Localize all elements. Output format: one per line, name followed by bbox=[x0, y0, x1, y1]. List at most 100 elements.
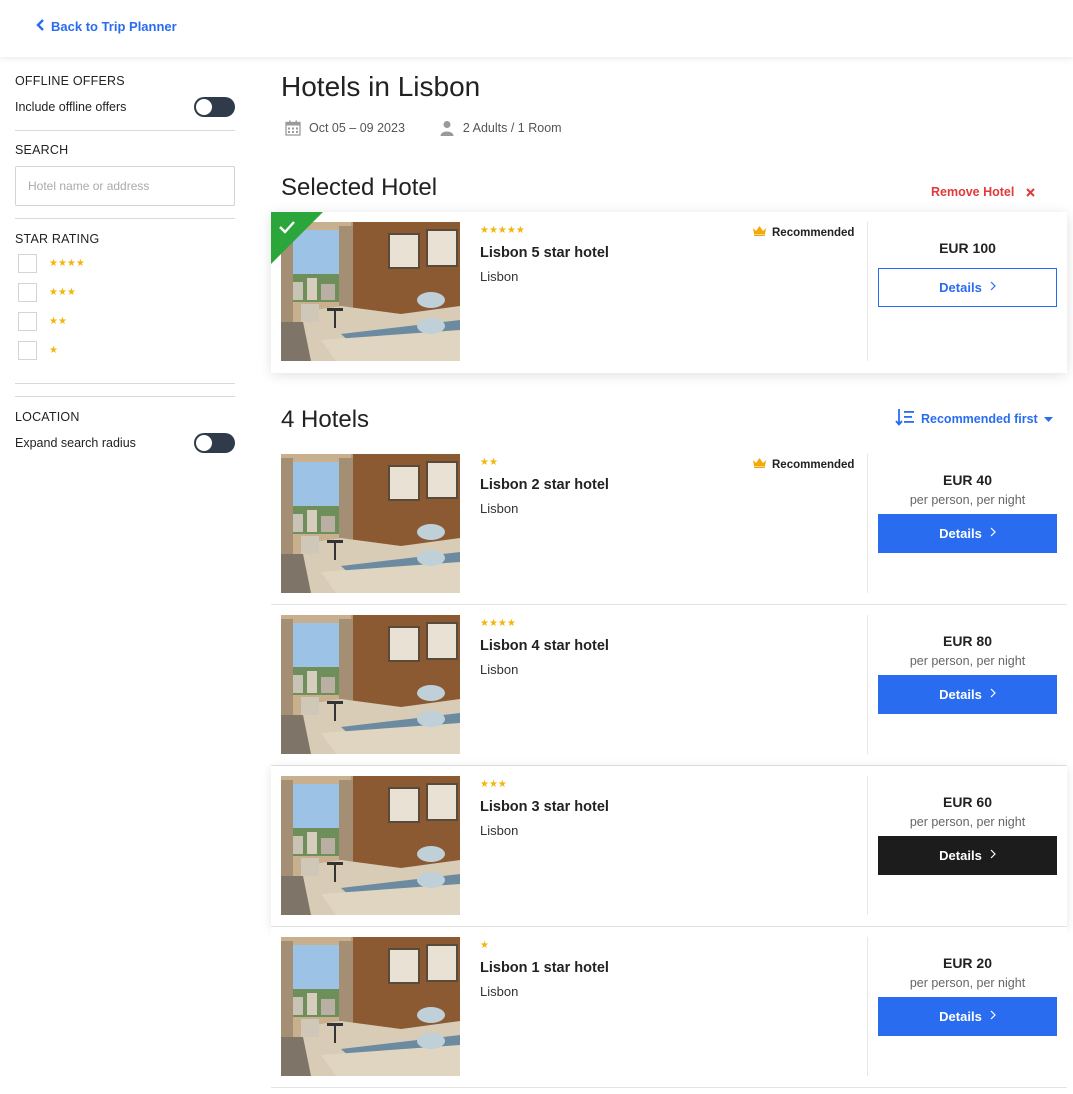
price-unit: per person, per night bbox=[909, 493, 1026, 507]
results-count-heading: 4 Hotels bbox=[281, 406, 370, 433]
chevron-right-icon bbox=[990, 849, 996, 862]
hotel-stars: ★★ bbox=[480, 457, 498, 468]
close-icon bbox=[1026, 184, 1036, 200]
chevron-right-icon bbox=[990, 1010, 996, 1023]
details-label: Details bbox=[939, 526, 982, 541]
divider bbox=[15, 383, 235, 384]
offline-offers-heading: OFFLINE OFFERS bbox=[15, 74, 125, 88]
details-button[interactable]: Details bbox=[878, 514, 1057, 553]
hotel-name: Lisbon 4 star hotel bbox=[480, 638, 609, 654]
recommended-badge: Recommended bbox=[753, 226, 854, 239]
selected-hotel-heading: Selected Hotel bbox=[281, 174, 438, 201]
sort-label: Recommended first bbox=[921, 411, 1038, 426]
trip-guests: 2 Adults / 1 Room bbox=[462, 121, 562, 135]
recommended-label: Recommended bbox=[772, 458, 855, 471]
price-unit: per person, per night bbox=[909, 976, 1026, 990]
hotel-city: Lisbon bbox=[480, 662, 519, 677]
back-to-trip-planner-link[interactable]: Back to Trip Planner bbox=[36, 18, 177, 34]
divider bbox=[15, 130, 235, 131]
crown-icon bbox=[753, 226, 766, 239]
offline-offers-row: Include offline offers bbox=[15, 97, 235, 117]
details-label: Details bbox=[939, 1009, 982, 1024]
hotel-image bbox=[281, 937, 460, 1076]
star-filter-label: ★★★ bbox=[49, 287, 76, 298]
expand-radius-toggle[interactable] bbox=[194, 433, 235, 453]
price-column: EUR 80 per person, per night Details bbox=[878, 605, 1057, 766]
expand-radius-label: Expand search radius bbox=[15, 436, 136, 450]
remove-hotel-label: Remove Hotel bbox=[931, 185, 1015, 199]
divider bbox=[867, 776, 868, 915]
person-icon bbox=[439, 120, 455, 136]
hotel-image bbox=[281, 615, 460, 754]
search-heading: SEARCH bbox=[15, 143, 69, 157]
hotel-info: ★★★★★ Lisbon 5 star hotel Lisbon bbox=[480, 225, 609, 284]
star-filter-option[interactable]: ★★★★ bbox=[15, 249, 85, 278]
hotel-info: ★ Lisbon 1 star hotel Lisbon bbox=[480, 940, 609, 999]
expand-radius-row: Expand search radius bbox=[15, 433, 235, 453]
recommended-badge: Recommended bbox=[753, 458, 854, 471]
hotel-search-input[interactable] bbox=[15, 166, 235, 206]
hotel-card: ★★ Lisbon 2 star hotel Lisbon Recommende… bbox=[271, 444, 1067, 605]
divider bbox=[867, 222, 868, 361]
star-filter-label: ★★★★ bbox=[49, 258, 85, 269]
hotel-info: ★★★★ Lisbon 4 star hotel Lisbon bbox=[480, 618, 609, 677]
star-filter-checkbox[interactable] bbox=[18, 312, 37, 331]
details-button[interactable]: Details bbox=[878, 836, 1057, 875]
details-label: Details bbox=[939, 848, 982, 863]
location-heading: LOCATION bbox=[15, 410, 80, 424]
hotel-city: Lisbon bbox=[480, 269, 519, 284]
price-column: EUR 60 per person, per night Details bbox=[878, 766, 1057, 927]
top-bar: Back to Trip Planner bbox=[0, 0, 1073, 57]
details-button[interactable]: Details bbox=[878, 268, 1057, 307]
selected-hotel-card: ★★★★★ Lisbon 5 star hotel Lisbon Recomme… bbox=[271, 212, 1067, 373]
hotel-price: EUR 80 bbox=[942, 633, 993, 649]
sort-dropdown[interactable]: Recommended first bbox=[895, 408, 1053, 429]
hotel-info: ★★ Lisbon 2 star hotel Lisbon bbox=[480, 457, 609, 516]
details-button[interactable]: Details bbox=[878, 675, 1057, 714]
hotel-city: Lisbon bbox=[480, 501, 519, 516]
details-button[interactable]: Details bbox=[878, 997, 1057, 1036]
hotel-name: Lisbon 2 star hotel bbox=[480, 477, 609, 493]
divider bbox=[867, 615, 868, 754]
hotel-city: Lisbon bbox=[480, 984, 519, 999]
remove-hotel-button[interactable]: Remove Hotel bbox=[931, 184, 1036, 200]
page-title: Hotels in Lisbon bbox=[281, 71, 481, 102]
hotel-card: ★★★ Lisbon 3 star hotel Lisbon EUR 60 pe… bbox=[271, 766, 1067, 927]
hotel-name: Lisbon 1 star hotel bbox=[480, 960, 609, 976]
price-column: EUR 40 per person, per night Details bbox=[878, 444, 1057, 605]
offline-offers-toggle[interactable] bbox=[194, 97, 235, 117]
offline-offers-label: Include offline offers bbox=[15, 100, 127, 114]
star-filter-checkbox[interactable] bbox=[18, 341, 37, 360]
star-filter-label: ★ bbox=[49, 345, 58, 356]
details-label: Details bbox=[939, 687, 982, 702]
hotel-card: ★ Lisbon 1 star hotel Lisbon EUR 20 per … bbox=[271, 927, 1067, 1088]
crown-icon bbox=[753, 458, 766, 471]
calendar-icon bbox=[285, 120, 301, 136]
caret-down-icon bbox=[1043, 412, 1053, 426]
star-filter-checkbox[interactable] bbox=[18, 254, 37, 273]
star-filter-label: ★★ bbox=[49, 316, 67, 327]
divider bbox=[867, 937, 868, 1076]
back-link-label: Back to Trip Planner bbox=[51, 18, 177, 34]
hotel-stars: ★★★★★ bbox=[480, 225, 525, 236]
hotel-city: Lisbon bbox=[480, 823, 519, 838]
star-filter-checkbox[interactable] bbox=[18, 283, 37, 302]
hotel-stars: ★ bbox=[480, 940, 489, 951]
hotel-price: EUR 40 bbox=[942, 472, 993, 488]
divider bbox=[15, 396, 235, 397]
divider bbox=[867, 454, 868, 593]
star-filter-option[interactable]: ★ bbox=[15, 336, 85, 365]
trip-dates: Oct 05 – 09 2023 bbox=[309, 121, 405, 135]
price-column: EUR 20 per person, per night Details bbox=[878, 927, 1057, 1088]
selected-check-badge bbox=[271, 212, 323, 264]
trip-meta: Oct 05 – 09 2023 2 Adults / 1 Room bbox=[285, 120, 562, 136]
hotel-image bbox=[281, 776, 460, 915]
recommended-label: Recommended bbox=[772, 226, 855, 239]
price-unit: per person, per night bbox=[909, 815, 1026, 829]
star-rating-options: ★★★★ ★★★ ★★ ★ bbox=[15, 249, 85, 365]
chevron-right-icon bbox=[990, 281, 996, 294]
star-filter-option[interactable]: ★★★ bbox=[15, 278, 85, 307]
hotel-stars: ★★★★ bbox=[480, 618, 516, 629]
star-filter-option[interactable]: ★★ bbox=[15, 307, 85, 336]
hotel-image bbox=[281, 454, 460, 593]
